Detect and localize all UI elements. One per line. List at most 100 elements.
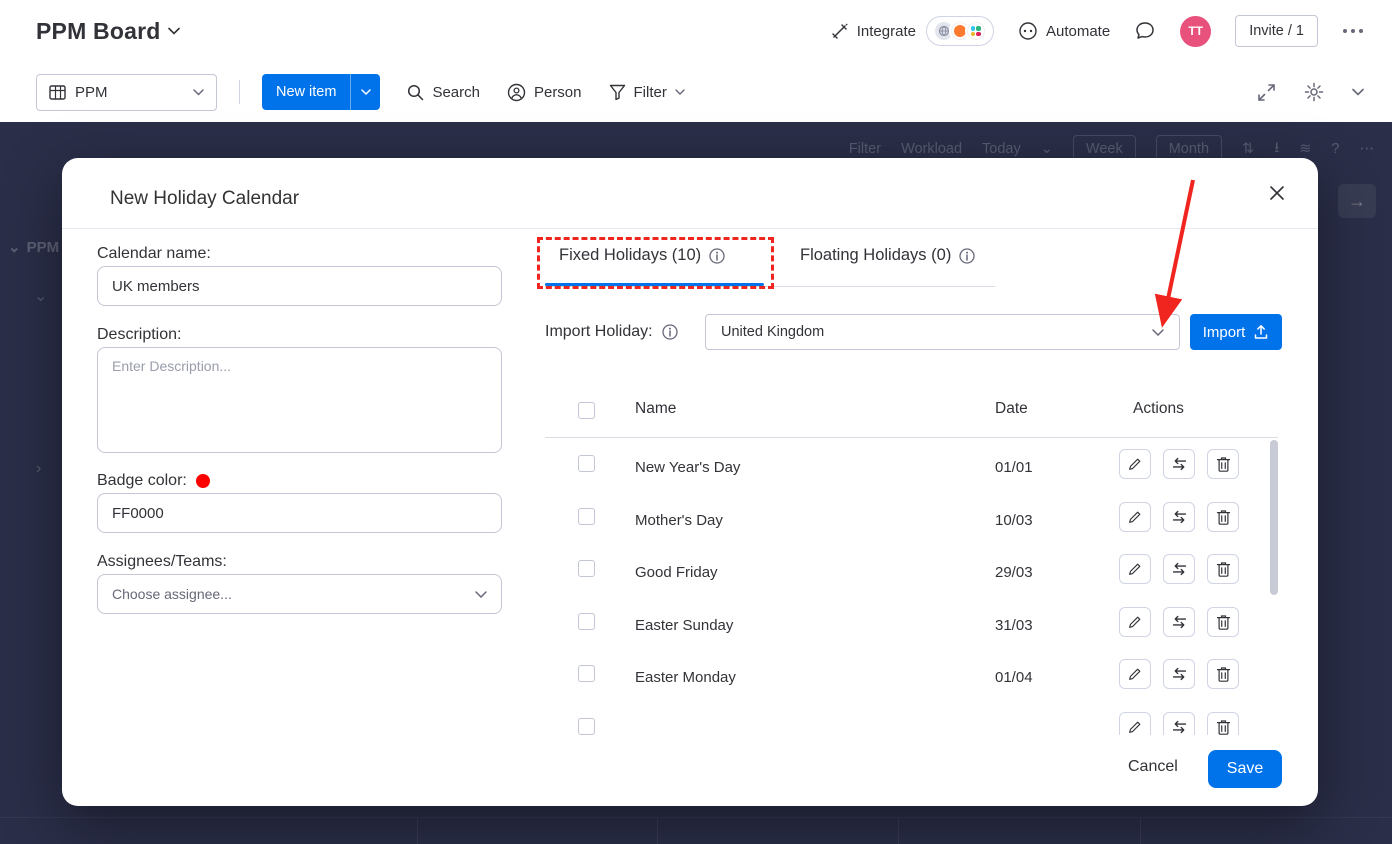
bg-help-icon: ? bbox=[1331, 141, 1339, 157]
integrate-button[interactable]: Integrate bbox=[830, 16, 994, 46]
filter-chevron-icon bbox=[675, 89, 685, 95]
board-title: PPM Board bbox=[36, 18, 160, 45]
edit-button[interactable] bbox=[1119, 554, 1151, 584]
holiday-date: 10/03 bbox=[995, 512, 1033, 529]
automate-label: Automate bbox=[1046, 23, 1110, 40]
holiday-table-header: Name Date Actions bbox=[545, 400, 1282, 428]
table-row: Easter Sunday 31/03 bbox=[545, 596, 1282, 649]
row-checkbox[interactable] bbox=[578, 508, 595, 525]
edit-button[interactable] bbox=[1119, 607, 1151, 637]
assignees-placeholder: Choose assignee... bbox=[112, 586, 232, 602]
swap-button[interactable] bbox=[1163, 659, 1195, 689]
row-checkbox[interactable] bbox=[578, 455, 595, 472]
delete-button[interactable] bbox=[1207, 712, 1239, 736]
page: PPM Board Integrate bbox=[0, 0, 1392, 844]
board-view-chevron-icon bbox=[193, 89, 204, 96]
info-icon[interactable] bbox=[959, 248, 975, 264]
bg-today-chevron-icon: ⌄ bbox=[1041, 141, 1053, 157]
holiday-date: 01/04 bbox=[995, 669, 1033, 686]
collapse-header-chevron-icon[interactable] bbox=[1352, 88, 1364, 96]
more-options-icon[interactable] bbox=[1342, 28, 1364, 34]
description-textarea[interactable] bbox=[97, 347, 502, 453]
swap-button[interactable] bbox=[1163, 502, 1195, 532]
swap-button[interactable] bbox=[1163, 449, 1195, 479]
automate-button[interactable]: Automate bbox=[1018, 21, 1110, 41]
bg-sort-icon: ⇅ bbox=[1242, 141, 1254, 157]
table-scrollbar[interactable] bbox=[1270, 440, 1278, 595]
holiday-name: New Year's Day bbox=[635, 459, 740, 476]
modal-title: New Holiday Calendar bbox=[110, 188, 299, 210]
invite-button[interactable]: Invite / 1 bbox=[1235, 15, 1318, 47]
calendar-name-input[interactable] bbox=[97, 266, 502, 306]
delete-button[interactable] bbox=[1207, 502, 1239, 532]
bg-more-icon: ⋯ bbox=[1360, 141, 1375, 157]
import-holiday-label: Import Holiday: bbox=[545, 323, 678, 341]
bg-today-label: Today bbox=[982, 141, 1021, 157]
row-checkbox[interactable] bbox=[578, 665, 595, 682]
holiday-date: 29/03 bbox=[995, 564, 1033, 581]
tab-floating-holidays[interactable]: Floating Holidays (0) bbox=[800, 246, 975, 265]
delete-button[interactable] bbox=[1207, 659, 1239, 689]
tab-fixed-holidays[interactable]: Fixed Holidays (10) bbox=[559, 246, 725, 265]
swap-button[interactable] bbox=[1163, 554, 1195, 584]
cancel-button[interactable]: Cancel bbox=[1128, 758, 1178, 776]
edit-button[interactable] bbox=[1119, 712, 1151, 736]
filter-button[interactable]: Filter bbox=[609, 84, 685, 101]
upload-icon bbox=[1253, 324, 1269, 340]
country-selected-value: United Kingdom bbox=[721, 324, 824, 340]
search-button[interactable]: Search bbox=[407, 84, 480, 101]
filter-funnel-icon bbox=[609, 84, 626, 100]
tabs-underline bbox=[545, 286, 995, 287]
holiday-date: 31/03 bbox=[995, 617, 1033, 634]
delete-button[interactable] bbox=[1207, 607, 1239, 637]
edit-button[interactable] bbox=[1119, 449, 1151, 479]
settings-gear-icon[interactable] bbox=[1304, 82, 1324, 102]
info-icon[interactable] bbox=[662, 324, 678, 340]
board-toolbar: PPM New item Search Person bbox=[0, 62, 1392, 122]
country-select[interactable]: United Kingdom bbox=[705, 314, 1180, 350]
chat-icon[interactable] bbox=[1134, 20, 1156, 42]
swap-button[interactable] bbox=[1163, 712, 1195, 736]
user-avatar[interactable]: TT bbox=[1180, 16, 1211, 47]
import-button[interactable]: Import bbox=[1190, 314, 1282, 350]
bg-chevron-right-icon: › bbox=[36, 460, 41, 478]
bg-scroll-right-button: → bbox=[1338, 184, 1376, 218]
column-header-actions: Actions bbox=[1133, 400, 1184, 418]
description-label: Description: bbox=[97, 326, 181, 344]
filter-label: Filter bbox=[634, 84, 667, 101]
board-view-label: PPM bbox=[75, 84, 108, 101]
assignees-select[interactable]: Choose assignee... bbox=[97, 574, 502, 614]
edit-button[interactable] bbox=[1119, 502, 1151, 532]
new-item-dropdown-chevron-icon[interactable] bbox=[350, 74, 380, 110]
select-all-checkbox[interactable] bbox=[578, 402, 595, 419]
country-chevron-icon bbox=[1152, 329, 1164, 336]
close-icon[interactable] bbox=[1270, 186, 1284, 200]
bg-settings-icon: ≋ bbox=[1299, 141, 1311, 157]
board-view-selector[interactable]: PPM bbox=[36, 74, 217, 111]
delete-button[interactable] bbox=[1207, 449, 1239, 479]
save-button[interactable]: Save bbox=[1208, 750, 1282, 788]
holiday-name: Good Friday bbox=[635, 564, 718, 581]
row-checkbox[interactable] bbox=[578, 613, 595, 630]
person-filter-button[interactable]: Person bbox=[507, 83, 582, 102]
delete-button[interactable] bbox=[1207, 554, 1239, 584]
top-header: PPM Board Integrate bbox=[0, 0, 1392, 62]
bg-grid-line bbox=[898, 818, 899, 844]
board-title-chevron-icon[interactable] bbox=[168, 27, 180, 35]
swap-button[interactable] bbox=[1163, 607, 1195, 637]
assignees-label: Assignees/Teams: bbox=[97, 553, 227, 571]
search-icon bbox=[407, 84, 424, 101]
edit-button[interactable] bbox=[1119, 659, 1151, 689]
expand-view-icon[interactable] bbox=[1257, 83, 1276, 102]
person-label: Person bbox=[534, 84, 582, 101]
holiday-name: Easter Sunday bbox=[635, 617, 733, 634]
badge-color-input[interactable] bbox=[97, 493, 502, 533]
table-view-icon bbox=[49, 85, 66, 100]
info-icon[interactable] bbox=[709, 248, 725, 264]
table-row: Good Friday 29/03 bbox=[545, 543, 1282, 596]
new-item-button[interactable]: New item bbox=[262, 74, 350, 110]
row-checkbox[interactable] bbox=[578, 560, 595, 577]
calendar-name-label: Calendar name: bbox=[97, 245, 211, 263]
row-checkbox[interactable] bbox=[578, 718, 595, 735]
bg-grid-line bbox=[417, 818, 418, 844]
